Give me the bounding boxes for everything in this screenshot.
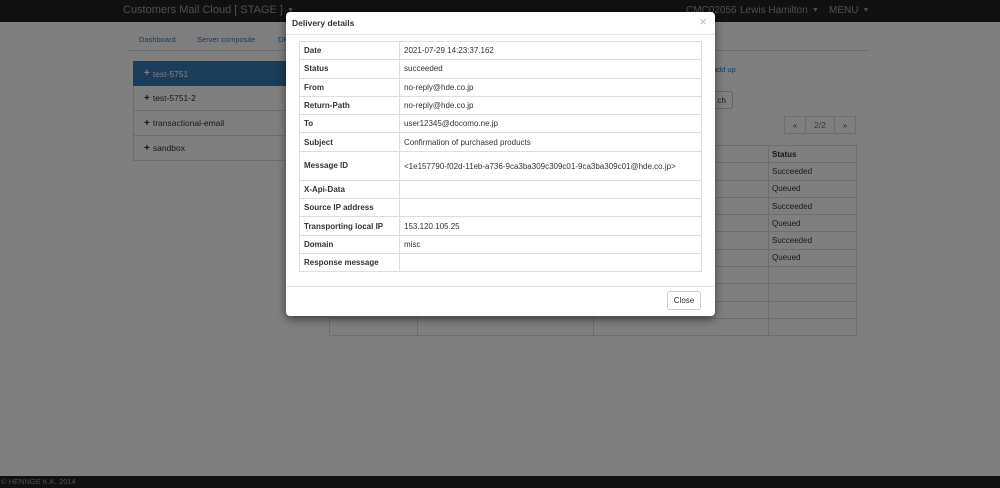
delivery-details-modal: Delivery details × Date 2021-07-29 14:23…: [286, 12, 715, 316]
detail-row-domain: Domain misc: [299, 234, 702, 254]
detail-row-date: Date 2021-07-29 14:23:37.162: [299, 40, 702, 61]
detail-value: no-reply@hde.co.jp: [399, 95, 702, 116]
modal-header: Delivery details ×: [286, 12, 715, 35]
detail-row-subject: Subject Confirmation of purchased produc…: [299, 132, 702, 152]
detail-row-response-message: Response message: [299, 252, 702, 273]
modal-footer: Close: [286, 286, 715, 317]
detail-row-from: From no-reply@hde.co.jp: [299, 77, 702, 97]
detail-row-source-ip: Source IP address: [299, 198, 702, 218]
delivery-details-table: Date 2021-07-29 14:23:37.162 Status succ…: [299, 40, 702, 273]
detail-row-message-id: Message ID <1e157790-f02d-11eb-a736-9ca3…: [299, 150, 702, 181]
detail-value: [399, 179, 702, 200]
detail-value: 2021-07-29 14:23:37.162: [399, 40, 702, 61]
detail-value: [399, 252, 702, 273]
detail-label: Date: [299, 40, 400, 61]
detail-value: [399, 198, 702, 218]
detail-label: Subject: [299, 132, 400, 152]
detail-label: Transporting local IP: [299, 216, 400, 236]
detail-row-to: To user12345@docomo.ne.jp: [299, 114, 702, 134]
detail-label: To: [299, 114, 400, 134]
detail-label: Return-Path: [299, 95, 400, 116]
detail-value: misc: [399, 234, 702, 254]
modal-title: Delivery details: [292, 18, 355, 28]
detail-row-transporting-ip: Transporting local IP 153.120.105.25: [299, 216, 702, 236]
close-button[interactable]: Close: [667, 291, 701, 310]
detail-label: Response message: [299, 252, 400, 273]
detail-value: Confirmation of purchased products: [399, 132, 702, 152]
close-icon[interactable]: ×: [699, 15, 707, 29]
detail-label: Domain: [299, 234, 400, 254]
detail-row-status: Status succeeded: [299, 59, 702, 79]
detail-label: From: [299, 77, 400, 97]
detail-value: 153.120.105.25: [399, 216, 702, 236]
detail-label: X-Api-Data: [299, 179, 400, 200]
detail-value: <1e157790-f02d-11eb-a736-9ca3ba309c309c0…: [399, 150, 702, 181]
detail-row-return-path: Return-Path no-reply@hde.co.jp: [299, 95, 702, 116]
detail-value: succeeded: [399, 59, 702, 79]
detail-label: Message ID: [299, 150, 400, 181]
detail-label: Source IP address: [299, 198, 400, 218]
detail-label: Status: [299, 59, 400, 79]
detail-value: no-reply@hde.co.jp: [399, 77, 702, 97]
detail-row-x-api-data: X-Api-Data: [299, 179, 702, 200]
detail-value: user12345@docomo.ne.jp: [399, 114, 702, 134]
